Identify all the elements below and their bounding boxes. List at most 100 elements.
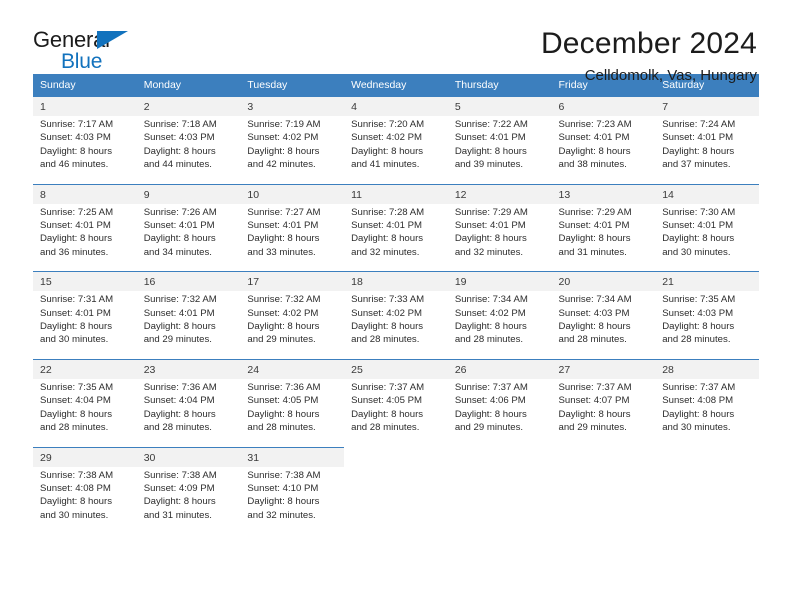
day-info-1: Sunrise: 7:17 AM Sunset: 4:03 PM Dayligh… <box>33 116 137 175</box>
sunrise-text: Sunrise: 7:35 AM <box>662 294 736 306</box>
day-cell-23[interactable]: 23 <box>136 358 241 379</box>
day-cell-31[interactable]: 31 <box>240 446 345 467</box>
day-cell-16[interactable]: 16 <box>136 271 241 292</box>
day-info-empty-3 <box>551 466 656 526</box>
day-info-15: Sunrise: 7:31 AM Sunset: 4:01 PM Dayligh… <box>33 291 137 350</box>
daylight-text-1: Daylight: 8 hours <box>247 233 320 245</box>
day-cell-3[interactable]: 3 <box>240 96 345 116</box>
day-cell-30[interactable]: 30 <box>136 446 241 467</box>
day-cell-4[interactable]: 4 <box>344 96 448 116</box>
daylight-text-2: and 28 minutes. <box>40 422 109 434</box>
day-info-24: Sunrise: 7:36 AM Sunset: 4:05 PM Dayligh… <box>240 378 345 438</box>
day-cell-11[interactable]: 11 <box>344 183 448 204</box>
week-3-daynum-row: 15 16 17 18 19 20 21 <box>33 271 759 292</box>
week-3-info-row: Sunrise: 7:31 AM Sunset: 4:01 PM Dayligh… <box>33 291 759 350</box>
sunrise-text: Sunrise: 7:24 AM <box>662 119 736 130</box>
brand-triangle-icon <box>97 31 128 49</box>
day-info-8: Sunrise: 7:25 AM Sunset: 4:01 PM Dayligh… <box>33 203 137 263</box>
day-info-31: Sunrise: 7:38 AM Sunset: 4:10 PM Dayligh… <box>240 466 345 526</box>
daylight-text-1: Daylight: 8 hours <box>454 145 527 157</box>
sunset-text: Sunset: 4:01 PM <box>558 132 630 144</box>
sunset-text: Sunset: 4:10 PM <box>247 482 319 494</box>
day-cell-empty-1 <box>344 446 448 467</box>
day-cell-5[interactable]: 5 <box>447 96 552 116</box>
day-cell-2[interactable]: 2 <box>136 96 241 116</box>
sunset-text: Sunset: 4:03 PM <box>143 132 215 144</box>
day-cell-25[interactable]: 25 <box>344 358 448 379</box>
sunrise-text: Sunrise: 7:37 AM <box>454 381 528 393</box>
daylight-text-1: Daylight: 8 hours <box>247 408 320 420</box>
daylight-text-1: Daylight: 8 hours <box>143 145 216 157</box>
sunset-text: Sunset: 4:01 PM <box>662 132 734 144</box>
week-separator <box>33 349 759 360</box>
day-cell-12[interactable]: 12 <box>447 183 552 204</box>
day-cell-14[interactable]: 14 <box>655 183 759 204</box>
daylight-text-1: Daylight: 8 hours <box>247 321 320 333</box>
daylight-text-2: and 28 minutes. <box>351 422 420 434</box>
day-info-17: Sunrise: 7:32 AM Sunset: 4:02 PM Dayligh… <box>240 291 345 350</box>
day-info-empty-4 <box>655 466 759 526</box>
day-info-29: Sunrise: 7:38 AM Sunset: 4:08 PM Dayligh… <box>33 466 137 526</box>
daylight-text-2: and 34 minutes. <box>143 246 212 258</box>
day-info-26: Sunrise: 7:37 AM Sunset: 4:06 PM Dayligh… <box>447 378 552 438</box>
daylight-text-1: Daylight: 8 hours <box>454 233 527 245</box>
day-info-empty-1 <box>344 466 448 526</box>
sunset-text: Sunset: 4:02 PM <box>247 307 319 319</box>
brand-logo[interactable]: General Blue <box>33 26 153 78</box>
day-cell-29[interactable]: 29 <box>33 446 137 467</box>
day-cell-9[interactable]: 9 <box>136 183 241 204</box>
daylight-text-1: Daylight: 8 hours <box>454 321 527 333</box>
day-cell-22[interactable]: 22 <box>33 358 137 379</box>
day-info-14: Sunrise: 7:30 AM Sunset: 4:01 PM Dayligh… <box>655 203 759 263</box>
sunset-text: Sunset: 4:03 PM <box>558 307 630 319</box>
daylight-text-1: Daylight: 8 hours <box>40 233 112 245</box>
day-cell-7[interactable]: 7 <box>655 96 759 116</box>
daylight-text-2: and 30 minutes. <box>40 334 109 346</box>
day-cell-15[interactable]: 15 <box>33 271 137 292</box>
sunrise-text: Sunrise: 7:31 AM <box>40 294 114 306</box>
daylight-text-2: and 32 minutes. <box>351 246 420 258</box>
day-cell-27[interactable]: 27 <box>551 358 656 379</box>
day-info-28: Sunrise: 7:37 AM Sunset: 4:08 PM Dayligh… <box>655 378 759 438</box>
day-cell-26[interactable]: 26 <box>447 358 552 379</box>
sunset-text: Sunset: 4:04 PM <box>40 395 111 407</box>
sunrise-text: Sunrise: 7:37 AM <box>558 381 632 393</box>
sunrise-text: Sunrise: 7:35 AM <box>40 381 114 393</box>
daylight-text-1: Daylight: 8 hours <box>247 496 320 508</box>
daylight-text-1: Daylight: 8 hours <box>40 496 112 508</box>
day-cell-19[interactable]: 19 <box>447 271 552 292</box>
calendar-page: General Blue December 2024 Celldomolk, V… <box>0 0 792 612</box>
daylight-text-2: and 32 minutes. <box>454 246 524 258</box>
sunrise-text: Sunrise: 7:38 AM <box>247 469 321 481</box>
day-cell-8[interactable]: 8 <box>33 183 137 204</box>
day-info-25: Sunrise: 7:37 AM Sunset: 4:05 PM Dayligh… <box>344 378 448 438</box>
day-cell-empty-3 <box>551 446 656 467</box>
day-info-3: Sunrise: 7:19 AM Sunset: 4:02 PM Dayligh… <box>240 116 345 175</box>
day-cell-10[interactable]: 10 <box>240 183 345 204</box>
day-cell-28[interactable]: 28 <box>655 358 759 379</box>
sunrise-text: Sunrise: 7:30 AM <box>662 206 736 218</box>
day-cell-24[interactable]: 24 <box>240 358 345 379</box>
daylight-text-1: Daylight: 8 hours <box>143 496 216 508</box>
sunset-text: Sunset: 4:09 PM <box>143 482 215 494</box>
day-cell-6[interactable]: 6 <box>551 96 656 116</box>
day-cell-17[interactable]: 17 <box>240 271 345 292</box>
day-cell-21[interactable]: 21 <box>655 271 759 292</box>
daylight-text-1: Daylight: 8 hours <box>40 408 112 420</box>
sunset-text: Sunset: 4:05 PM <box>247 395 319 407</box>
day-info-2: Sunrise: 7:18 AM Sunset: 4:03 PM Dayligh… <box>136 116 241 175</box>
week-separator-cell <box>33 174 759 185</box>
sunrise-text: Sunrise: 7:38 AM <box>143 469 217 481</box>
daylight-text-1: Daylight: 8 hours <box>143 233 216 245</box>
day-cell-18[interactable]: 18 <box>344 271 448 292</box>
day-info-23: Sunrise: 7:36 AM Sunset: 4:04 PM Dayligh… <box>136 378 241 438</box>
sunrise-text: Sunrise: 7:34 AM <box>558 294 632 306</box>
day-cell-1[interactable]: 1 <box>33 96 137 116</box>
sunrise-text: Sunrise: 7:28 AM <box>351 206 425 218</box>
week-separator <box>33 437 759 447</box>
day-cell-13[interactable]: 13 <box>551 183 656 204</box>
sunset-text: Sunset: 4:01 PM <box>40 307 111 319</box>
sunrise-text: Sunrise: 7:36 AM <box>143 381 217 393</box>
day-info-7: Sunrise: 7:24 AM Sunset: 4:01 PM Dayligh… <box>655 116 759 175</box>
day-cell-20[interactable]: 20 <box>551 271 656 292</box>
